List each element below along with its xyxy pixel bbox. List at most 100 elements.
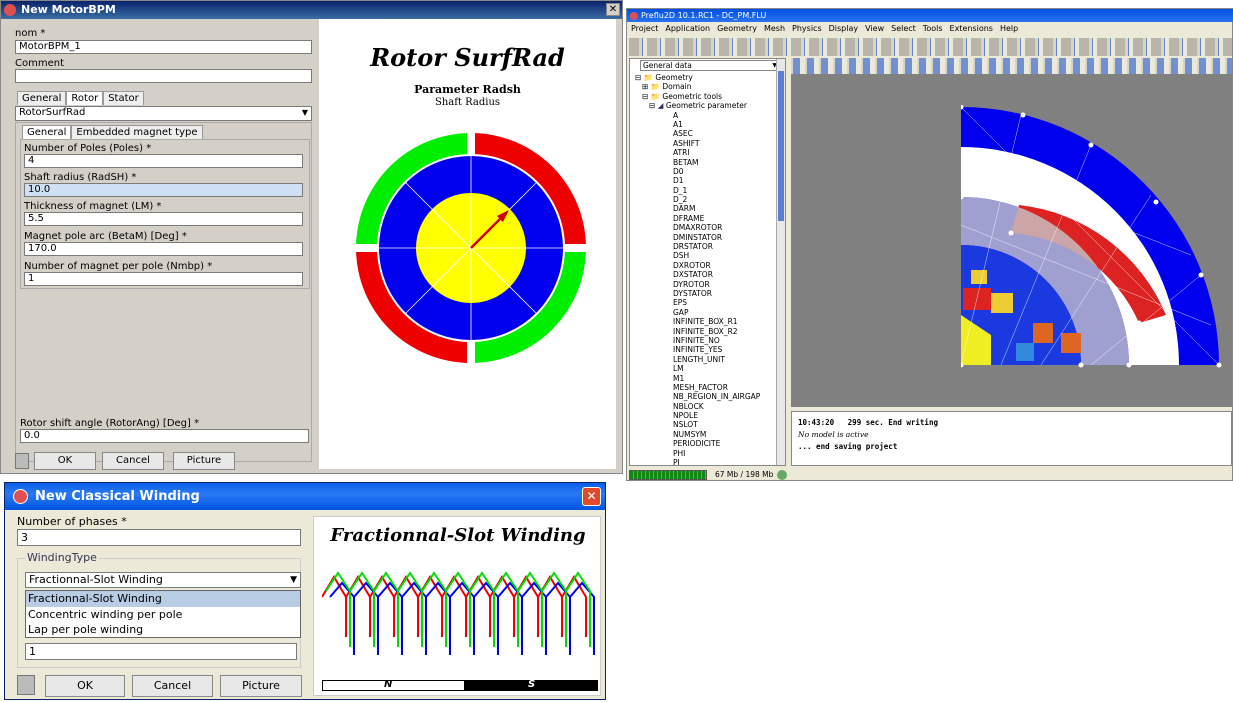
motor-dialog-title: New MotorBPM [21,3,116,16]
pole-arc-input[interactable]: 170.0 [24,242,303,256]
tree-param-item[interactable]: NPOLE [673,411,775,420]
app-icon [4,4,16,16]
tree-param-item[interactable]: DSH [673,251,775,260]
menu-view[interactable]: View [865,24,884,33]
tree-geometric-parameter[interactable]: ⊟ ◢ Geometric parameter [635,101,775,110]
menu-select[interactable]: Select [891,24,916,33]
tree-param-item[interactable]: NBLOCK [673,402,775,411]
picture-button[interactable]: Picture [173,452,235,470]
winding-diagram [322,571,595,655]
tab-stator[interactable]: Stator [103,91,144,105]
picture-button[interactable]: Picture [220,675,302,697]
tree-param-item[interactable]: PERIODICITE [673,439,775,448]
tree-param-item[interactable]: DMAXROTOR [673,223,775,232]
phases-input[interactable]: 3 [17,529,301,546]
menu-display[interactable]: Display [829,24,859,33]
tree-domain[interactable]: ⊞ 📁 Domain [635,82,775,91]
rotor-preview: Rotor SurfRad Parameter Radsh Shaft Radi… [319,19,616,469]
nom-input[interactable]: MotorBPM_1 [15,40,312,54]
phases-label: Number of phases * [17,515,127,528]
tree-param-item[interactable]: M1 [673,374,775,383]
tree-geometric-tools[interactable]: ⊟ 📁 Geometric tools [635,92,775,101]
shaft-radius-input[interactable]: 10.0 [24,183,303,197]
tree-param-item[interactable]: GAP [673,308,775,317]
tree-param-item[interactable]: BETAM [673,158,775,167]
tree-param-item[interactable]: DYROTOR [673,280,775,289]
ok-button[interactable]: OK [34,452,96,470]
tree-param-item[interactable]: D_2 [673,195,775,204]
tree-param-item[interactable]: PI [673,458,775,465]
cancel-button[interactable]: Cancel [132,675,213,697]
tree-header-select[interactable]: General data ▼ [640,60,780,71]
ok-button[interactable]: OK [45,675,125,697]
console-line-2: No model is active [798,430,869,439]
winding-preview-title: Fractionnal-Slot Winding [330,525,586,546]
tab-sub-general[interactable]: General [22,125,72,139]
magnet-thickness-input[interactable]: 5.5 [24,212,303,226]
magnets-per-pole-input[interactable]: 1 [24,272,303,286]
tree-param-item[interactable]: NSLOT [673,420,775,429]
poles-input[interactable]: 4 [24,154,303,168]
tree-param-item[interactable]: DXSTATOR [673,270,775,279]
tree-param-item[interactable]: INFINITE_BOX_R2 [673,327,775,336]
menu-tools[interactable]: Tools [923,24,943,33]
tree-param-item[interactable]: ATRI [673,148,775,157]
tree-param-item[interactable]: DFRAME [673,214,775,223]
preflu-title: Preflu2D 10.1.RC1 - DC_PM.FLU [641,11,767,20]
tree-param-item[interactable]: DYSTATOR [673,289,775,298]
tree-param-item[interactable]: EPS [673,298,775,307]
tree-param-item[interactable]: D1 [673,176,775,185]
gc-icon[interactable] [777,470,787,480]
tree-scrollbar[interactable] [776,59,785,465]
app-icon [630,12,638,20]
tree-param-item[interactable]: INFINITE_NO [673,336,775,345]
magnets-per-pole-label: Number of magnet per pole (Nmbp) * [24,261,213,272]
tree-param-item[interactable]: D0 [673,167,775,176]
tree-param-item[interactable]: D_1 [673,186,775,195]
phase-shift-input[interactable]: 1 [25,643,297,660]
tree-param-item[interactable]: DMINSTATOR [673,233,775,242]
tab-general[interactable]: General [17,91,67,105]
tree-param-item[interactable]: DARM [673,204,775,213]
comment-input[interactable] [15,69,312,83]
preflu-window: Preflu2D 10.1.RC1 - DC_PM.FLU Project App… [626,8,1233,481]
preflu-titlebar: Preflu2D 10.1.RC1 - DC_PM.FLU [627,9,1233,22]
option-fractional-slot[interactable]: Fractionnal-Slot Winding [26,591,300,607]
menu-physics[interactable]: Physics [792,24,822,33]
tree-param-item[interactable]: INFINITE_BOX_R1 [673,317,775,326]
tab-embedded-magnet[interactable]: Embedded magnet type [71,125,203,139]
menu-geometry[interactable]: Geometry [717,24,757,33]
tree-param-item[interactable]: ASEC [673,129,775,138]
tree-param-item[interactable]: LM [673,364,775,373]
tree-param-item[interactable]: ASHIFT [673,139,775,148]
cancel-button[interactable]: Cancel [102,452,164,470]
tab-rotor[interactable]: Rotor [66,91,104,105]
option-lap[interactable]: Lap per pole winding [26,622,300,637]
motor-dialog-titlebar: New MotorBPM ✕ [1,1,622,19]
tree-param-item[interactable]: LENGTH_UNIT [673,355,775,364]
tree-param-item[interactable]: PHI [673,449,775,458]
doc-icon[interactable] [17,675,35,695]
menu-application[interactable]: Application [665,24,710,33]
tree-geometry[interactable]: ⊟ 📁 Geometry [635,73,775,82]
tree-param-item[interactable]: NB_REGION_IN_AIRGAP [673,392,775,401]
menu-help[interactable]: Help [1000,24,1018,33]
tree-param-item[interactable]: NUMSYM [673,430,775,439]
tree-param-item[interactable]: INFINITE_YES [673,345,775,354]
rotor-type-select[interactable]: RotorSurfRad ▼ [15,106,312,121]
doc-icon[interactable] [15,453,29,469]
tree-param-item[interactable]: DRSTATOR [673,242,775,251]
option-concentric[interactable]: Concentric winding per pole [26,607,300,622]
menu-extensions[interactable]: Extensions [950,24,993,33]
tree-param-item[interactable]: A1 [673,120,775,129]
tree-param-item[interactable]: MESH_FACTOR [673,383,775,392]
menu-project[interactable]: Project [631,24,658,33]
close-icon[interactable]: ✕ [582,487,601,506]
scroll-thumb[interactable] [778,71,784,221]
rotor-shift-input[interactable]: 0.0 [20,429,309,443]
menu-mesh[interactable]: Mesh [764,24,785,33]
tree-param-item[interactable]: DXROTOR [673,261,775,270]
tree-param-item[interactable]: A [673,111,775,120]
winding-type-select[interactable]: Fractionnal-Slot Winding ▼ [25,572,301,588]
close-icon[interactable]: ✕ [606,3,620,16]
